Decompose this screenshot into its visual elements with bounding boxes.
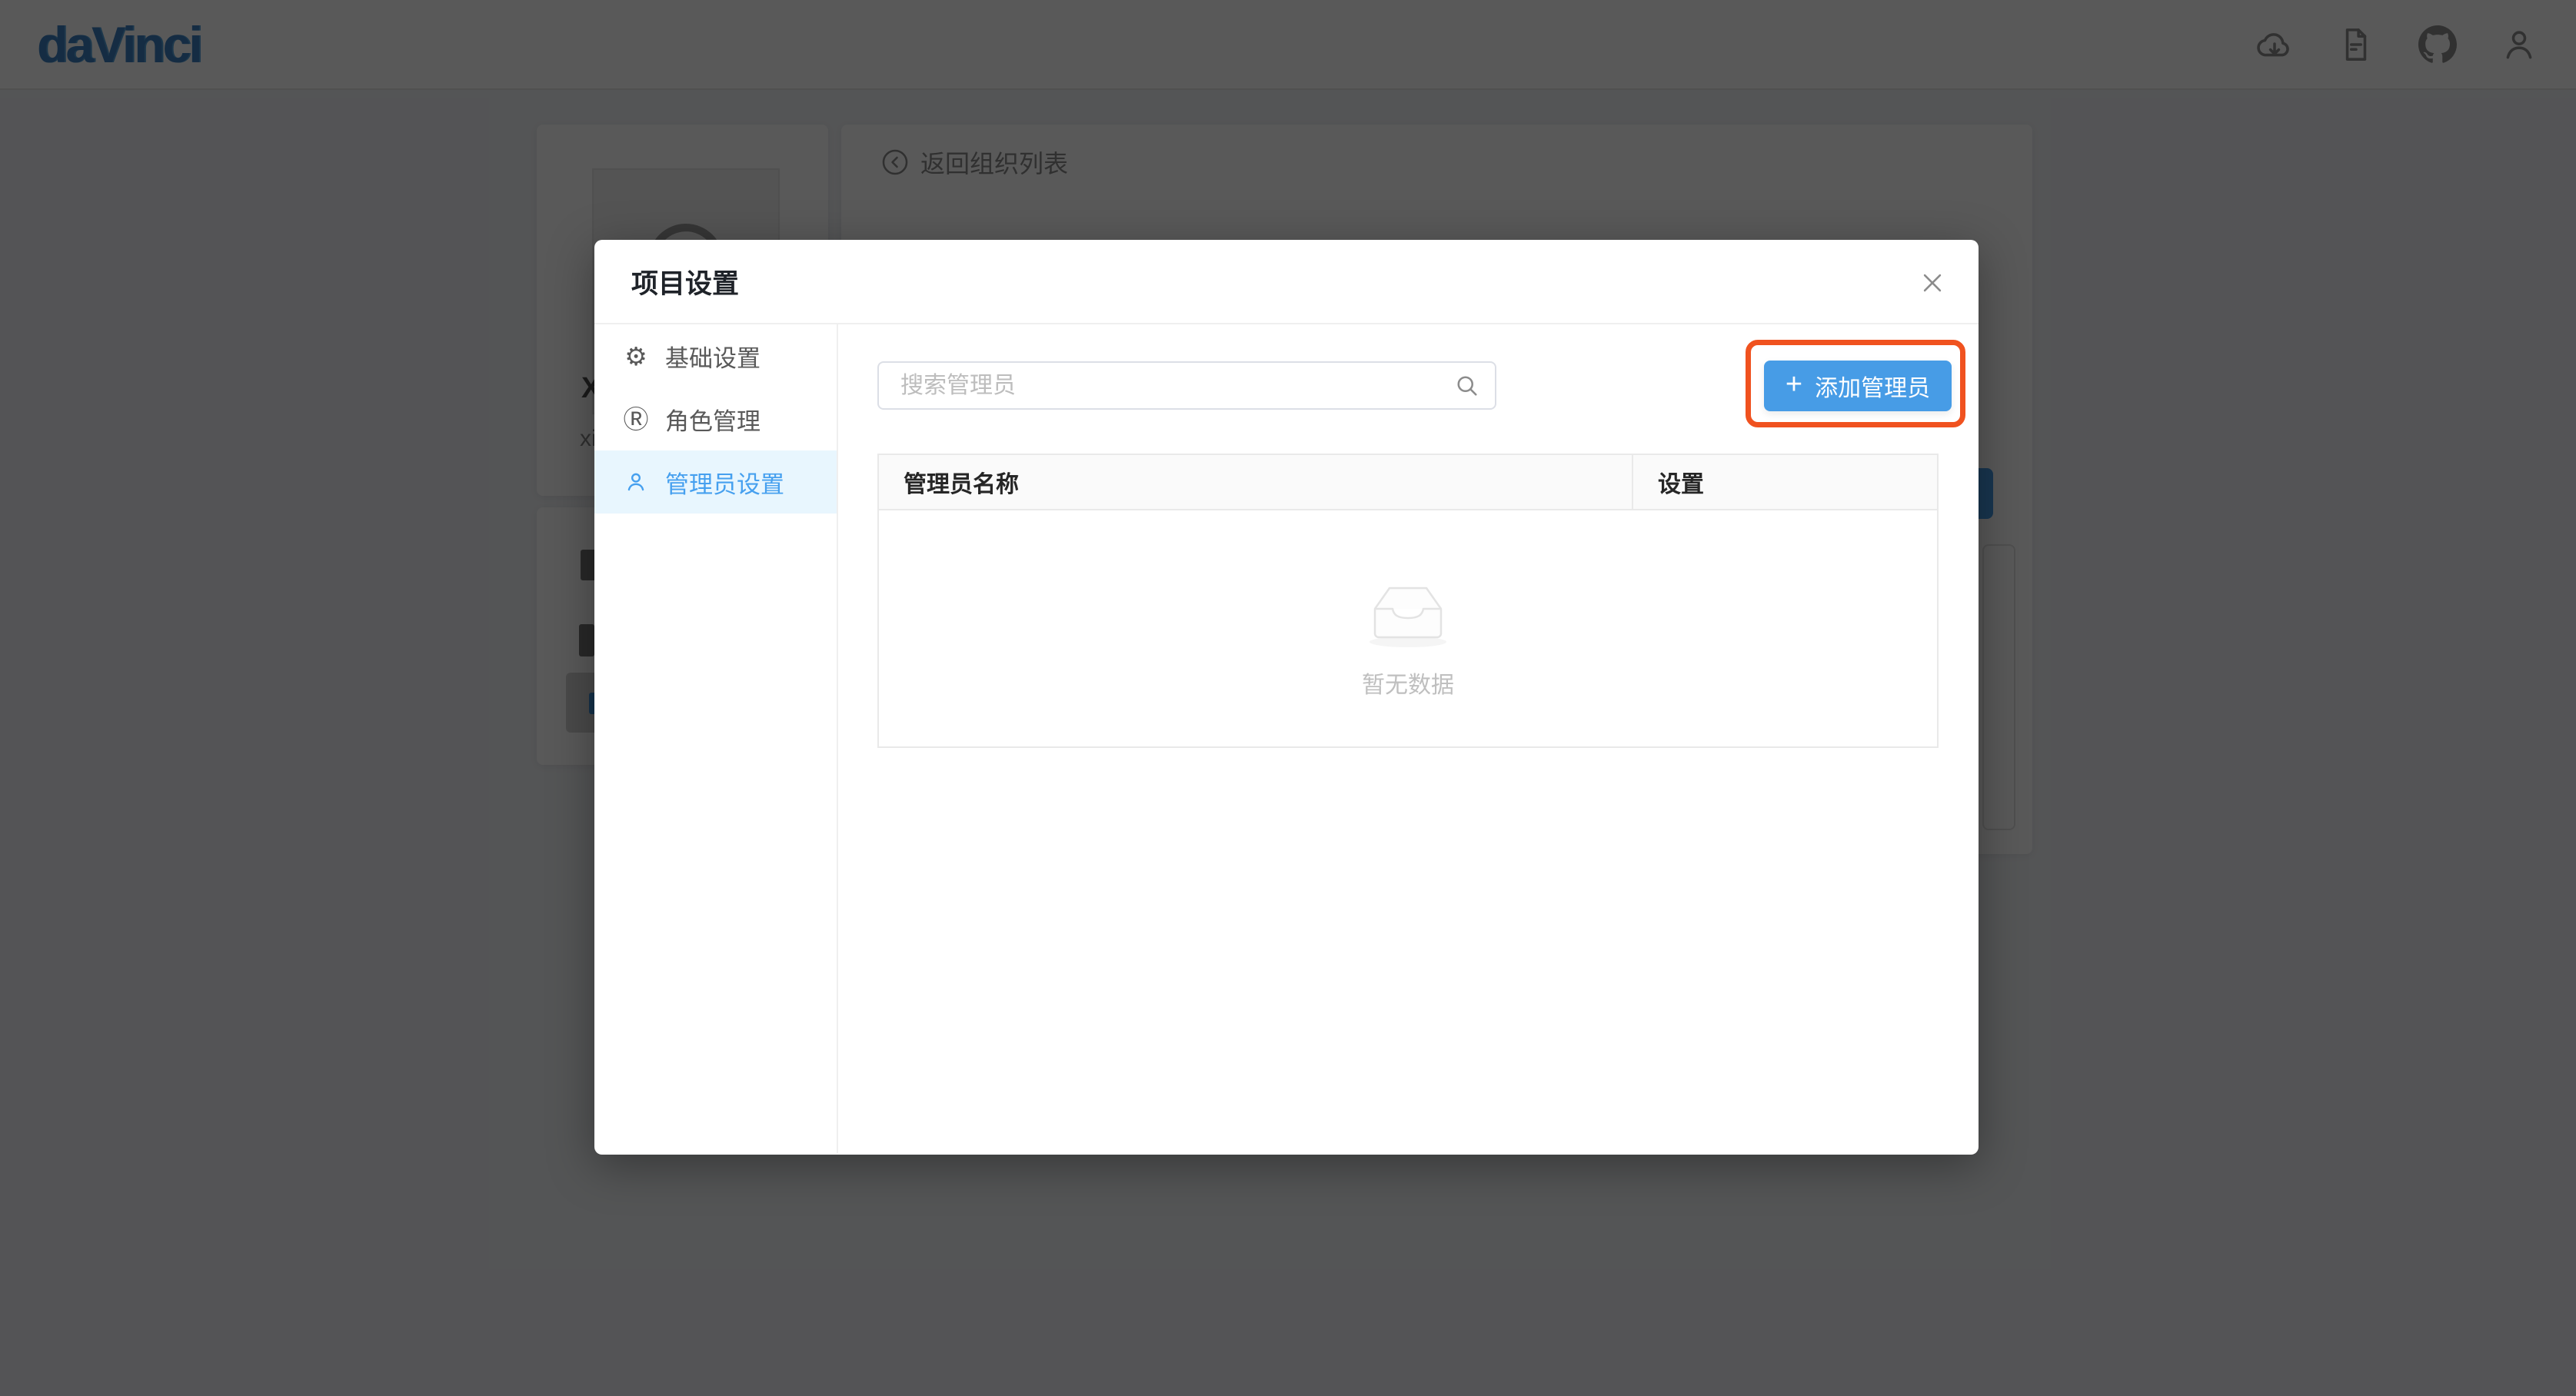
screen: daVinci — [0, 0, 2576, 1396]
admins-table: 管理员名称 设置 暂无数据 — [877, 454, 1939, 748]
add-admin-button-label: 添加管理员 — [1815, 369, 1930, 403]
user-icon — [622, 468, 650, 496]
add-admin-button[interactable]: + 添加管理员 — [1764, 361, 1952, 411]
modal-body: ⚙ 基础设置 Ⓡ 角色管理 管理员设置 — [594, 324, 1979, 1153]
menu-item-label: 管理员设置 — [665, 465, 784, 500]
registered-icon: Ⓡ — [622, 405, 650, 433]
admin-settings-panel: + 添加管理员 管理员名称 设置 — [838, 324, 1979, 1153]
empty-box-icon — [1363, 575, 1453, 649]
table-body: 暂无数据 — [879, 510, 1937, 746]
menu-item-admin-settings[interactable]: 管理员设置 — [594, 450, 837, 514]
empty-state: 暂无数据 — [879, 575, 1937, 700]
menu-item-role-management[interactable]: Ⓡ 角色管理 — [594, 387, 837, 450]
admin-search-box — [877, 361, 1496, 410]
modal-header: 项目设置 — [594, 240, 1979, 324]
search-icon[interactable] — [1453, 372, 1481, 400]
menu-item-label: 角色管理 — [665, 402, 760, 437]
column-header-settings: 设置 — [1633, 455, 1937, 509]
project-settings-modal: 项目设置 ⚙ 基础设置 Ⓡ 角色管理 — [594, 240, 1979, 1155]
menu-item-label: 基础设置 — [665, 339, 760, 374]
modal-title: 项目设置 — [631, 262, 739, 301]
empty-text: 暂无数据 — [1362, 666, 1454, 700]
admin-search-input[interactable] — [879, 373, 1453, 399]
settings-menu: ⚙ 基础设置 Ⓡ 角色管理 管理员设置 — [594, 324, 838, 1153]
menu-item-basic-settings[interactable]: ⚙ 基础设置 — [594, 324, 837, 387]
gear-icon: ⚙ — [622, 342, 650, 370]
column-header-admin-name: 管理员名称 — [879, 455, 1633, 509]
table-header-row: 管理员名称 设置 — [879, 455, 1937, 510]
plus-icon: + — [1786, 370, 1802, 399]
close-icon[interactable] — [1914, 264, 1951, 301]
